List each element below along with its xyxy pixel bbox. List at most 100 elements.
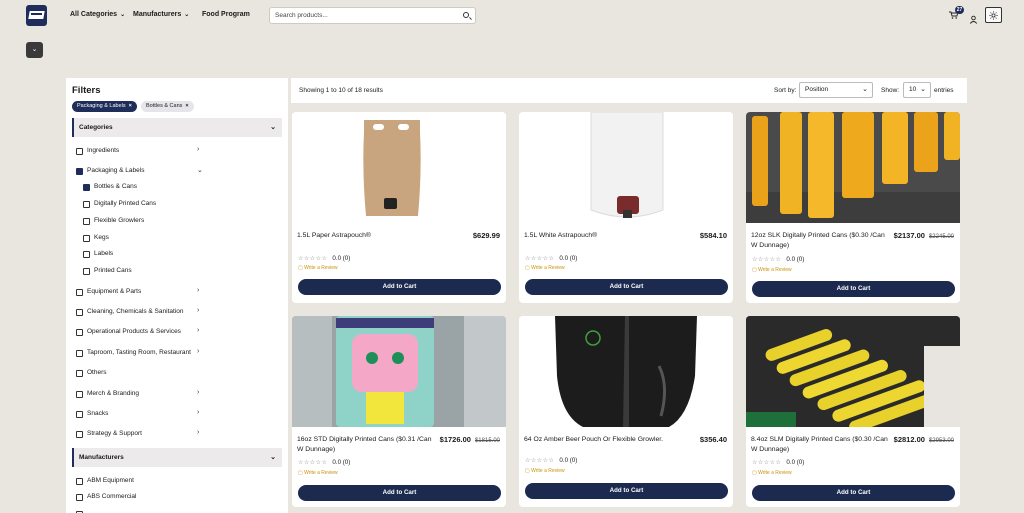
- product-image[interactable]: [519, 112, 733, 223]
- checkbox[interactable]: [76, 328, 83, 336]
- checkbox[interactable]: [76, 288, 83, 296]
- product-image[interactable]: [292, 112, 506, 223]
- write-review-link[interactable]: ▢ Write a Review: [752, 470, 792, 476]
- checkbox[interactable]: [83, 234, 90, 242]
- product-card[interactable]: 8.4oz SLM Digitally Printed Cans ($0.30 …: [746, 316, 960, 507]
- chevron-right-icon[interactable]: ›: [197, 307, 199, 314]
- manufacturers-section-header[interactable]: Manufacturers ⌄: [72, 448, 282, 467]
- product-image[interactable]: [519, 316, 733, 427]
- chevron-right-icon[interactable]: ›: [197, 327, 199, 334]
- write-review-link[interactable]: ▢ Write a Review: [525, 265, 565, 271]
- add-to-cart-button[interactable]: Add to Cart: [752, 281, 955, 297]
- manufacturer-abm[interactable]: ABM Equipment: [76, 476, 206, 486]
- theme-toggle-button[interactable]: [985, 7, 1002, 23]
- page-size-select[interactable]: 10 ⌄: [903, 82, 931, 98]
- category-label: Operational Products & Services: [87, 328, 181, 335]
- category-cleaning[interactable]: Cleaning, Chemicals & Sanitation: [76, 307, 206, 317]
- subcategory-kegs[interactable]: Kegs: [83, 233, 213, 243]
- write-review-link[interactable]: ▢ Write a Review: [298, 265, 338, 271]
- write-review-link[interactable]: ▢ Write a Review: [298, 470, 338, 476]
- product-card[interactable]: 1.5L Paper Astrapouch® $629.99 ☆☆☆☆☆ 0.0 …: [292, 112, 506, 303]
- nav-food-program[interactable]: Food Program: [202, 11, 250, 18]
- category-others[interactable]: Others: [76, 368, 206, 378]
- nav-manufacturers[interactable]: Manufacturers ⌄: [133, 11, 189, 18]
- price-value: $2812.00: [893, 435, 925, 444]
- chevron-right-icon[interactable]: ›: [197, 409, 199, 416]
- checkbox[interactable]: [83, 217, 90, 225]
- subcategory-bottles-cans[interactable]: Bottles & Cans: [83, 182, 213, 192]
- chevron-right-icon[interactable]: ›: [197, 146, 199, 153]
- checkbox-checked[interactable]: [76, 167, 83, 175]
- category-ingredients[interactable]: Ingredients: [76, 146, 206, 156]
- checkbox[interactable]: [76, 147, 83, 155]
- product-name[interactable]: 8.4oz SLM Digitally Printed Cans ($0.30 …: [751, 435, 891, 455]
- product-card[interactable]: 16oz STD Digitally Printed Cans ($0.31 /…: [292, 316, 506, 507]
- manufacturer-abs[interactable]: ABS Commercial: [76, 492, 206, 502]
- category-snacks[interactable]: Snacks: [76, 409, 206, 419]
- chevron-right-icon[interactable]: ›: [197, 389, 199, 396]
- active-filter-chip[interactable]: Bottles & Cans ×: [141, 101, 194, 112]
- product-card[interactable]: 1.5L White Astrapouch® $584.10 ☆☆☆☆☆ 0.0 …: [519, 112, 733, 303]
- checkbox[interactable]: [83, 200, 90, 208]
- category-merch[interactable]: Merch & Branding: [76, 389, 206, 399]
- chevron-down-icon[interactable]: ⌄: [197, 166, 203, 174]
- chevron-right-icon[interactable]: ›: [197, 348, 199, 355]
- manufacturer-partial[interactable]: [76, 509, 206, 513]
- product-name[interactable]: 64 Oz Amber Beer Pouch Or Flexible Growl…: [524, 435, 664, 445]
- product-image[interactable]: [292, 316, 506, 427]
- category-label: Taproom, Tasting Room, Restaurant: [87, 349, 191, 356]
- add-to-cart-button[interactable]: Add to Cart: [298, 485, 501, 501]
- add-to-cart-button[interactable]: Add to Cart: [525, 483, 728, 499]
- sort-select[interactable]: Position ⌄: [799, 82, 873, 98]
- search-icon[interactable]: [463, 12, 469, 18]
- search-input[interactable]: [270, 8, 450, 23]
- checkbox[interactable]: [76, 390, 83, 398]
- review-label: Write a Review: [758, 470, 792, 476]
- product-name[interactable]: 1.5L White Astrapouch®: [524, 231, 664, 241]
- chevron-right-icon[interactable]: ›: [197, 287, 199, 294]
- write-review-link[interactable]: ▢ Write a Review: [525, 468, 565, 474]
- checkbox[interactable]: [76, 410, 83, 418]
- user-icon[interactable]: [969, 11, 978, 24]
- product-name[interactable]: 1.5L Paper Astrapouch®: [297, 231, 437, 241]
- add-to-cart-button[interactable]: Add to Cart: [298, 279, 501, 295]
- checkbox-checked[interactable]: [83, 183, 90, 191]
- product-card[interactable]: 12oz SLK Digitally Printed Cans ($0.30 /…: [746, 112, 960, 303]
- checkbox[interactable]: [76, 369, 83, 377]
- checkbox[interactable]: [76, 430, 83, 438]
- close-icon[interactable]: ×: [129, 103, 132, 109]
- logo-icon[interactable]: [26, 5, 47, 26]
- product-card[interactable]: 64 Oz Amber Beer Pouch Or Flexible Growl…: [519, 316, 733, 507]
- filter-toggle-button[interactable]: ⌄: [26, 42, 43, 58]
- checkbox[interactable]: [83, 250, 90, 258]
- checkbox[interactable]: [76, 477, 83, 485]
- product-name[interactable]: 16oz STD Digitally Printed Cans ($0.31 /…: [297, 435, 437, 455]
- category-taproom[interactable]: Taproom, Tasting Room, Restaurant: [76, 348, 216, 358]
- subcategory-digitally-printed-cans[interactable]: Digitally Printed Cans: [83, 199, 213, 209]
- subcategory-label: Bottles & Cans: [94, 183, 137, 190]
- checkbox[interactable]: [76, 493, 83, 501]
- nav-all-categories[interactable]: All Categories ⌄: [70, 11, 125, 18]
- subcategory-printed-cans[interactable]: Printed Cans: [83, 266, 213, 276]
- subcategory-flexible-growlers[interactable]: Flexible Growlers: [83, 216, 213, 226]
- categories-section-header[interactable]: Categories ⌄: [72, 118, 282, 137]
- checkbox[interactable]: [83, 267, 90, 275]
- nav-label: Manufacturers: [133, 11, 182, 18]
- star-rating-icon: ☆☆☆☆☆: [298, 256, 328, 262]
- write-review-link[interactable]: ▢ Write a Review: [752, 267, 792, 273]
- product-image[interactable]: [746, 112, 960, 223]
- chevron-right-icon[interactable]: ›: [197, 429, 199, 436]
- active-filter-chip[interactable]: Packaging & Labels ×: [72, 101, 137, 112]
- product-image[interactable]: [746, 316, 960, 433]
- checkbox[interactable]: [76, 308, 83, 316]
- category-operational[interactable]: Operational Products & Services: [76, 327, 206, 337]
- add-to-cart-button[interactable]: Add to Cart: [525, 279, 728, 295]
- product-name[interactable]: 12oz SLK Digitally Printed Cans ($0.30 /…: [751, 231, 891, 251]
- category-strategy[interactable]: Strategy & Support: [76, 429, 206, 439]
- close-icon[interactable]: ×: [185, 103, 188, 109]
- category-equipment-parts[interactable]: Equipment & Parts: [76, 287, 206, 297]
- subcategory-labels[interactable]: Labels: [83, 249, 213, 259]
- category-packaging-labels[interactable]: Packaging & Labels: [76, 166, 206, 176]
- checkbox[interactable]: [76, 349, 83, 357]
- add-to-cart-button[interactable]: Add to Cart: [752, 485, 955, 501]
